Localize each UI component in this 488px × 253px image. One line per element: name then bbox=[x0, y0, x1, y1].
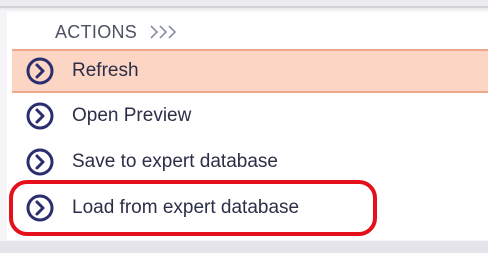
action-label: Save to expert database bbox=[72, 151, 278, 172]
circle-chevron-right-icon bbox=[26, 194, 54, 222]
action-label: Open Preview bbox=[72, 105, 192, 126]
circle-chevron-right-icon bbox=[26, 102, 54, 130]
circle-chevron-right-icon bbox=[26, 148, 54, 176]
circle-chevron-right-icon bbox=[26, 57, 54, 85]
action-refresh[interactable]: Refresh bbox=[12, 49, 488, 93]
actions-header[interactable]: ACTIONS bbox=[7, 12, 488, 52]
action-label: Load from expert database bbox=[72, 197, 300, 218]
triple-chevron-right-icon bbox=[150, 25, 177, 39]
action-load-from-expert-database[interactable]: Load from expert database bbox=[12, 186, 488, 230]
top-divider bbox=[0, 6, 488, 8]
top-strip bbox=[0, 0, 488, 10]
action-save-to-expert-database[interactable]: Save to expert database bbox=[12, 140, 488, 184]
actions-panel: ACTIONS Refresh Open Preview Save to exp… bbox=[7, 12, 488, 240]
bottom-strip bbox=[0, 241, 488, 253]
action-label: Refresh bbox=[72, 60, 139, 81]
action-open-preview[interactable]: Open Preview bbox=[12, 94, 488, 138]
actions-header-label: ACTIONS bbox=[55, 21, 138, 42]
